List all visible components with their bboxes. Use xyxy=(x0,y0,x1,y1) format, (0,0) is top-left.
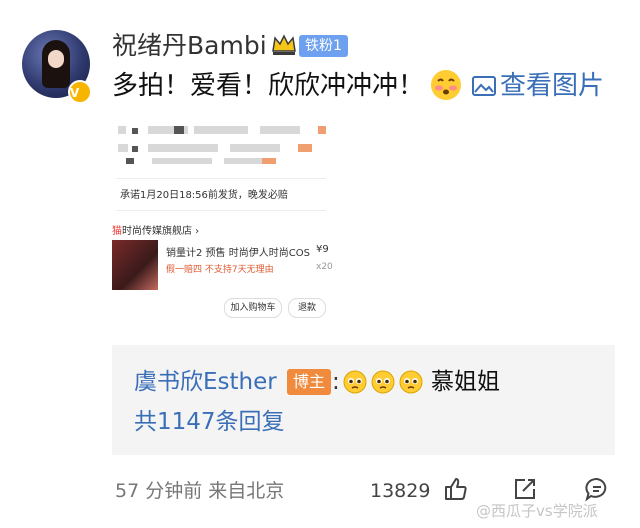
pixelated-area xyxy=(318,126,326,134)
store-name[interactable]: 猫时尚传媒旗舰店 › xyxy=(112,222,199,237)
product-tags: 假一赔四 不支持7天无理由 xyxy=(166,265,274,275)
crown-icon xyxy=(272,34,296,55)
avatar-face xyxy=(48,50,64,68)
like-count: 13829 xyxy=(370,480,431,502)
pixelated-area xyxy=(132,146,138,152)
embedded-screenshot[interactable]: 承诺1月20日18:56前发货，晚发必赔 猫时尚传媒旗舰店 › 销量计2 预售 … xyxy=(112,118,333,322)
post-location: 来自北京 xyxy=(208,480,285,502)
image-icon[interactable] xyxy=(472,76,496,96)
reply-preview[interactable]: 虞书欣Esther 博主 : 慕姐姐 共1147条回复 xyxy=(112,345,615,455)
blush-emoji-icon xyxy=(431,70,461,100)
delivery-promise: 承诺1月20日18:56前发货，晚发必赔 xyxy=(120,190,288,201)
product-price: ¥9 xyxy=(316,244,329,255)
pleading-emoji-icon xyxy=(343,370,367,394)
pixelated-area xyxy=(194,126,248,134)
pixelated-area xyxy=(260,126,300,134)
pixelated-area xyxy=(126,158,134,164)
comment-icon[interactable] xyxy=(584,476,610,502)
divider xyxy=(116,210,326,211)
product-title: 销量计2 预售 时尚伊人时尚COS xyxy=(166,248,310,259)
divider xyxy=(116,178,326,179)
like-icon[interactable] xyxy=(443,476,469,502)
refund-button[interactable]: 退款 xyxy=(288,298,326,318)
pixelated-area xyxy=(174,126,184,134)
verified-badge-icon: V xyxy=(68,80,92,104)
view-image-link[interactable]: 查看图片 xyxy=(500,68,604,104)
pixelated-area xyxy=(132,128,138,134)
watermark: @西瓜子vs学院派 xyxy=(476,502,598,520)
pixelated-area xyxy=(230,144,280,152)
pixelated-area xyxy=(224,158,264,164)
post-time: 57 分钟前 xyxy=(115,480,203,502)
pixelated-area xyxy=(118,126,126,134)
share-icon[interactable] xyxy=(512,476,538,502)
product-quantity: x20 xyxy=(316,262,333,272)
pleading-emoji-icon xyxy=(399,370,423,394)
product-thumbnail[interactable] xyxy=(112,240,158,290)
fan-level-badge: 铁粉1 xyxy=(299,35,348,57)
pixelated-area xyxy=(298,144,312,152)
store-name-label: 时尚传媒旗舰店 › xyxy=(122,226,200,237)
add-to-cart-button[interactable]: 加入购物车 xyxy=(224,298,282,318)
comment-username[interactable]: 祝绪丹Bambi xyxy=(112,30,267,62)
reply-colon: : xyxy=(332,369,340,395)
comment-text: 多拍！爱看！欣欣冲冲冲！ xyxy=(112,71,425,101)
store-icon-text: 猫 xyxy=(112,226,122,237)
reply-author[interactable]: 虞书欣Esther xyxy=(134,367,277,397)
reply-text: 慕姐姐 xyxy=(431,369,500,395)
reply-total-link[interactable]: 共1147条回复 xyxy=(134,407,285,437)
pixelated-area xyxy=(262,158,276,164)
pixelated-area xyxy=(118,144,128,152)
pleading-emoji-icon xyxy=(371,370,395,394)
pixelated-area xyxy=(148,144,218,152)
blogger-badge: 博主 xyxy=(287,369,332,395)
comment-meta: 57 分钟前 来自北京 xyxy=(115,478,284,504)
pixelated-area xyxy=(152,158,212,164)
